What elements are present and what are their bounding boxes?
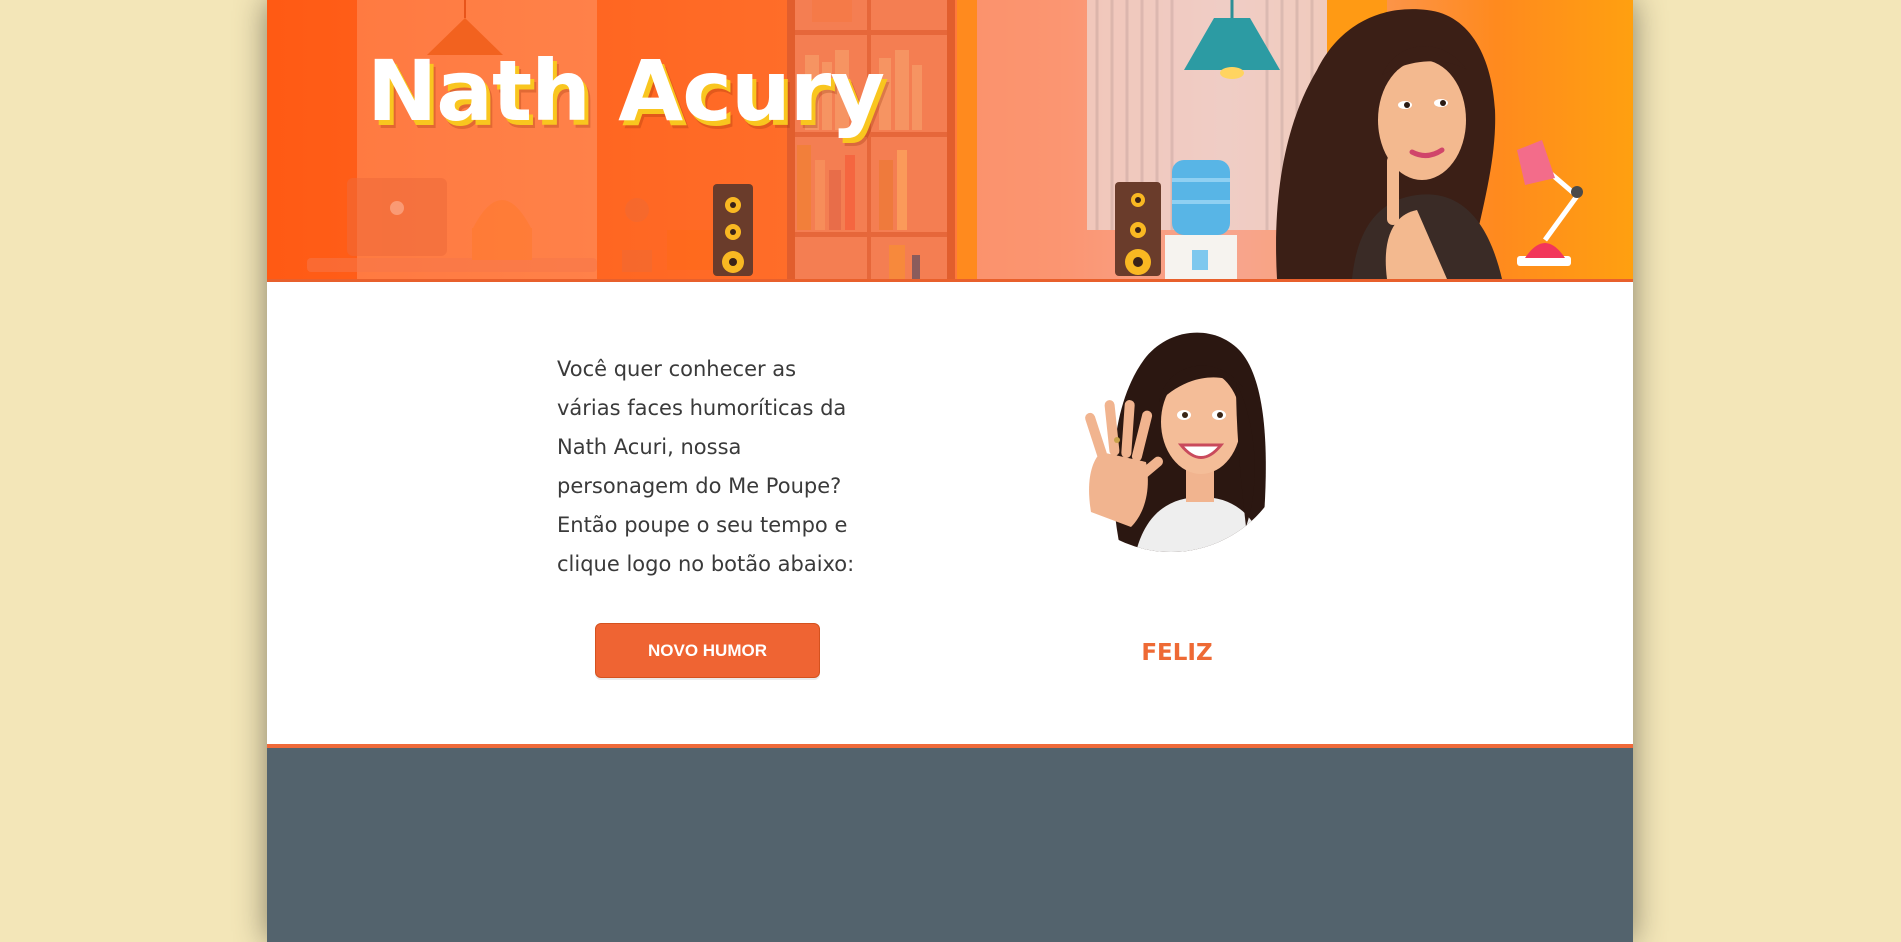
- new-mood-button[interactable]: NOVO HUMOR: [595, 623, 820, 678]
- intro-text: Você quer conhecer as várias faces humor…: [557, 357, 855, 576]
- current-mood-label: FELIZ: [1141, 640, 1213, 666]
- page-container: Nath Acury Você quer conhecer as várias …: [267, 0, 1633, 942]
- header-banner: Nath Acury: [267, 0, 1633, 282]
- happy-waving-portrait: [1051, 312, 1291, 552]
- desk-lamp: [1517, 140, 1583, 266]
- speaker-left: [713, 184, 753, 276]
- main-content: Você quer conhecer as várias faces humor…: [267, 282, 1633, 748]
- mood-avatar-image: [1051, 312, 1291, 552]
- footer-area: [267, 748, 1633, 942]
- water-cooler: [1165, 160, 1237, 279]
- speaker-right: [1115, 182, 1161, 276]
- site-logo-title: Nath Acury: [367, 42, 885, 140]
